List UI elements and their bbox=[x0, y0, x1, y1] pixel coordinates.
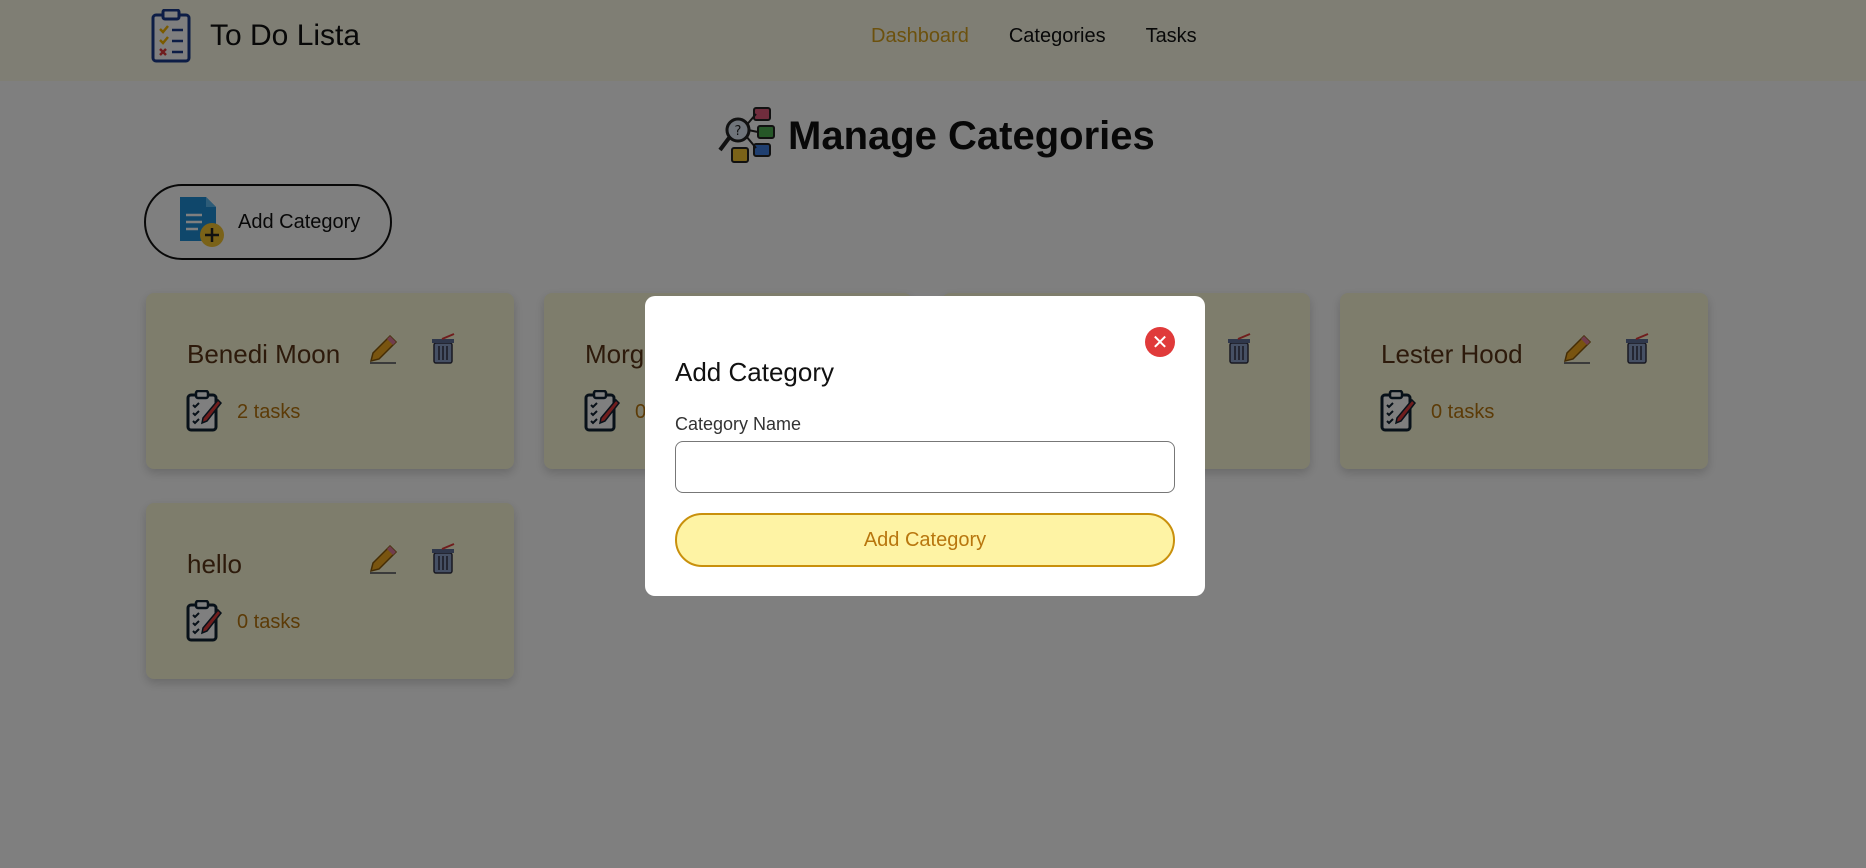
modal-title: Add Category bbox=[675, 357, 834, 387]
add-category-modal: ✕ Add Category Category Name Add Categor… bbox=[645, 296, 1205, 596]
close-icon[interactable]: ✕ bbox=[1145, 327, 1175, 357]
category-name-label: Category Name bbox=[675, 414, 802, 434]
category-name-input[interactable] bbox=[675, 441, 1175, 493]
submit-add-category-button[interactable]: Add Category bbox=[675, 513, 1175, 567]
